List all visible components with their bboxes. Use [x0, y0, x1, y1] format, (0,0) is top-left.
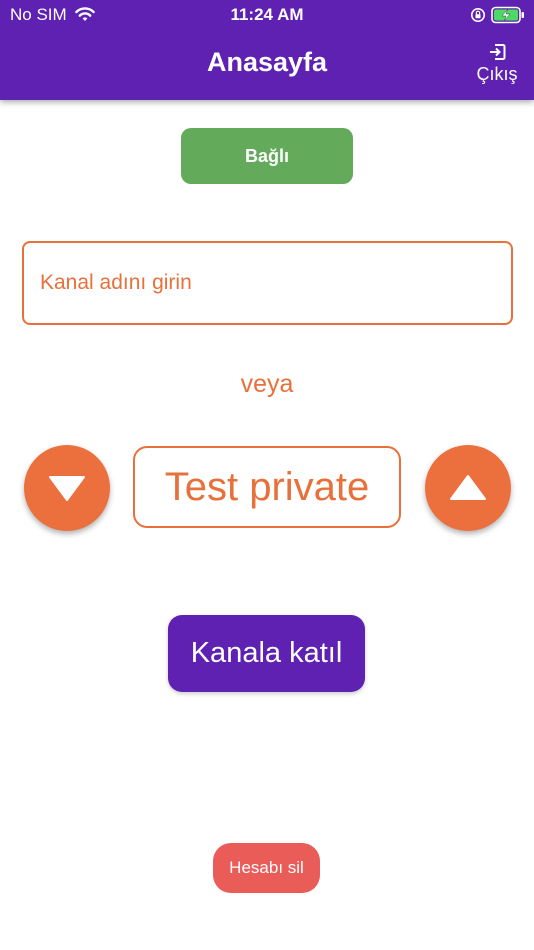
logout-icon: [490, 44, 506, 60]
next-channel-button[interactable]: [425, 445, 511, 531]
arrow-up-icon: [450, 475, 486, 500]
current-channel-display: Test private: [133, 446, 401, 528]
connection-status-button[interactable]: Bağlı: [181, 128, 353, 184]
clock: 11:24 AM: [230, 5, 304, 24]
logout-button[interactable]: Çıkış: [470, 42, 524, 88]
app-bar: No SIM 11:24 AM Anasayfa Çıkış: [0, 0, 534, 100]
orientation-lock-icon: [471, 8, 485, 22]
battery-charging-icon: [491, 6, 524, 24]
page-title: Anasayfa: [206, 47, 328, 77]
delete-account-button[interactable]: Hesabı sil: [213, 843, 320, 893]
or-label: veya: [240, 370, 294, 398]
previous-channel-button[interactable]: [24, 445, 110, 531]
status-bar: No SIM 11:24 AM: [0, 0, 534, 30]
join-channel-button[interactable]: Kanala katıl: [168, 615, 365, 692]
arrow-down-icon: [49, 476, 85, 501]
channel-name-input[interactable]: Kanal adını girin: [22, 241, 513, 325]
logout-label: Çıkış: [476, 64, 518, 84]
home-screen: No SIM 11:24 AM Anasayfa Çıkış Bağlı Kan…: [0, 0, 534, 950]
